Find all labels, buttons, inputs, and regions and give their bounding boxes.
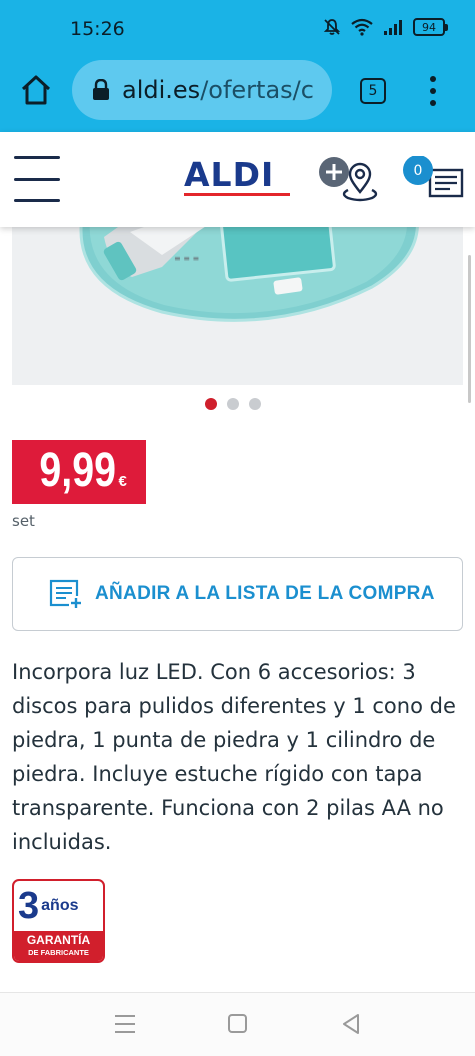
store-locator-icon[interactable] — [318, 154, 380, 202]
carousel-dots — [205, 398, 261, 410]
price-unit: set — [12, 512, 35, 530]
carousel-dot-3[interactable] — [249, 398, 261, 410]
address-bar[interactable]: aldi.es/ofertas/c — [72, 60, 332, 120]
url-text: aldi.es/ofertas/c — [122, 76, 314, 104]
carousel-dot-2[interactable] — [227, 398, 239, 410]
wifi-icon — [351, 18, 373, 36]
scrollbar[interactable] — [468, 255, 471, 403]
tab-switcher-button[interactable]: 5 — [360, 78, 386, 104]
shopping-list-button[interactable]: 0 — [400, 155, 464, 202]
warranty-line-1: GARANTÍA — [26, 933, 91, 947]
battery-icon: 94 — [413, 18, 448, 36]
price-value: 9,99 — [39, 444, 117, 497]
url-domain: aldi.es — [122, 76, 201, 104]
product-photo: ≡ ≡ ≡ — [79, 227, 419, 322]
home-square-icon[interactable] — [228, 1014, 247, 1033]
carousel-dot-1[interactable] — [205, 398, 217, 410]
status-time: 15:26 — [70, 18, 125, 40]
warranty-line-2: DE FABRICANTE — [28, 948, 89, 957]
logo-text: ALDI — [184, 155, 275, 194]
add-to-list-label: AÑADIR A LA LISTA DE LA COMPRA — [95, 583, 435, 604]
product-image[interactable]: ≡ ≡ ≡ — [12, 227, 463, 385]
status-bar: 15:26 94 — [0, 0, 475, 58]
system-nav-bar — [0, 992, 475, 1056]
warranty-years-number: 3 — [18, 885, 40, 927]
svg-text:≡ ≡ ≡: ≡ ≡ ≡ — [174, 254, 199, 263]
recent-apps-icon[interactable] — [115, 1015, 135, 1033]
hamburger-menu-icon[interactable] — [14, 156, 60, 202]
back-triangle-icon[interactable] — [340, 1012, 362, 1036]
browser-toolbar: aldi.es/ofertas/c 5 — [0, 58, 475, 132]
add-to-list-button[interactable]: AÑADIR A LA LISTA DE LA COMPRA — [12, 557, 463, 631]
aldi-logo[interactable]: ALDI — [184, 158, 290, 198]
add-to-list-icon — [49, 579, 83, 609]
browser-menu-icon[interactable] — [428, 76, 438, 106]
url-path: /ofertas/c — [200, 76, 314, 104]
list-count-badge: 0 — [413, 162, 423, 179]
mute-bell-icon — [323, 19, 341, 35]
signal-icon — [384, 20, 402, 35]
lock-icon — [93, 79, 109, 100]
status-icons: 94 — [323, 18, 448, 36]
warranty-years-label: años — [41, 897, 79, 914]
price-currency: € — [118, 473, 127, 490]
site-header: ALDI 0 — [0, 132, 475, 227]
home-icon[interactable] — [20, 74, 52, 106]
product-description: Incorpora luz LED. Con 6 accesorios: 3 d… — [12, 660, 456, 854]
warranty-badge: 3 años GARANTÍA DE FABRICANTE — [12, 879, 105, 963]
price-badge: 9,99 € — [12, 440, 146, 504]
